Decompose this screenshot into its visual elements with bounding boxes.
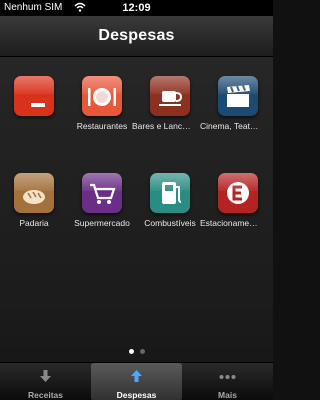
coffee-cup-icon — [150, 76, 190, 116]
category-item-supermercado[interactable]: Supermercado — [68, 173, 136, 253]
tab-mais[interactable]: Mais — [182, 363, 273, 400]
arrow-up-icon — [91, 368, 182, 384]
category-item-estacionamento[interactable]: Estacioname… — [200, 173, 272, 253]
red-minus-icon — [14, 76, 54, 116]
category-item-bares[interactable]: Bares e Lanc… — [132, 76, 204, 156]
tab-receitas[interactable]: Receitas — [0, 363, 91, 400]
parking-e-icon — [218, 173, 258, 213]
category-item-restaurantes[interactable]: Restaurantes — [68, 76, 136, 156]
category-label: Padaria — [19, 218, 49, 228]
tab-despesas[interactable]: Despesas — [91, 363, 182, 400]
category-item-padaria[interactable]: Padaria — [0, 173, 68, 253]
category-label: Cinema, Teat… — [200, 121, 259, 131]
page-dot-active — [128, 349, 134, 354]
category-label: Bares e Lanc… — [132, 121, 191, 131]
page-dot — [139, 349, 145, 354]
fuel-pump-icon — [150, 173, 190, 213]
screen: Nenhum SIM 12:09 Despesas Restaurantes B… — [0, 0, 273, 400]
category-label: Supermercado — [74, 218, 130, 228]
clapperboard-icon — [218, 76, 258, 116]
category-label: Estacioname… — [200, 218, 258, 228]
category-item-combustiveis[interactable]: Combustíveis — [136, 173, 204, 253]
category-label: Combustíveis — [144, 218, 196, 228]
arrow-down-icon — [0, 368, 91, 384]
shopping-cart-icon — [82, 173, 122, 213]
tab-bar: Receitas Despesas Mais — [0, 362, 273, 400]
category-item[interactable] — [0, 76, 68, 156]
page-title: Despesas — [98, 27, 175, 44]
tab-label: Despesas — [116, 390, 157, 400]
plate-cutlery-icon — [82, 76, 122, 116]
page-indicator[interactable] — [0, 349, 273, 354]
status-bar: Nenhum SIM 12:09 — [0, 0, 273, 16]
navigation-bar: Despesas — [0, 16, 273, 57]
clock-text: 12:09 — [122, 2, 151, 14]
tab-label: Receitas — [28, 390, 63, 400]
category-label: Restaurantes — [76, 121, 128, 131]
more-dots-icon — [182, 368, 273, 384]
bread-icon — [14, 173, 54, 213]
tab-label: Mais — [218, 390, 237, 400]
category-item-cinema[interactable]: Cinema, Teat… — [200, 76, 272, 156]
